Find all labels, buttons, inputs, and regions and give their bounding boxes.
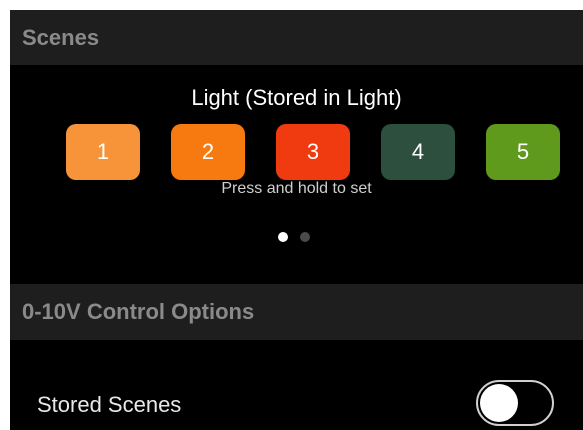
scene-button-label: 4: [411, 139, 425, 164]
page-dot-1[interactable]: [278, 232, 288, 242]
scene-button-3[interactable]: 3: [276, 124, 350, 180]
scene-button-label: 3: [306, 139, 320, 164]
settings-screen: Scenes Light (Stored in Light) 1 2 3 4 5…: [10, 10, 583, 430]
scene-buttons-row: 1 2 3 4 5: [66, 124, 560, 180]
press-hold-hint: Press and hold to set: [221, 180, 372, 197]
scene-button-label: 1: [96, 139, 110, 164]
scene-button-2[interactable]: 2: [171, 124, 245, 180]
toggle-knob: [480, 384, 518, 422]
scene-button-5[interactable]: 5: [486, 124, 560, 180]
scene-group-title: Light (Stored in Light): [191, 85, 402, 110]
scene-button-label: 5: [516, 139, 530, 164]
scene-button-4[interactable]: 4: [381, 124, 455, 180]
stored-scenes-row: Stored Scenes: [10, 340, 583, 430]
page-indicator[interactable]: [278, 232, 318, 244]
scenes-section-header: Scenes: [10, 10, 583, 65]
control-options-header-label: 0-10V Control Options: [22, 299, 255, 324]
page-dot-2[interactable]: [300, 232, 310, 242]
stored-scenes-label: Stored Scenes: [37, 392, 182, 417]
stored-scenes-toggle[interactable]: [476, 380, 554, 426]
control-options-section-header: 0-10V Control Options: [10, 284, 583, 340]
scene-button-1[interactable]: 1: [66, 124, 140, 180]
scene-button-label: 2: [201, 139, 215, 164]
scenes-header-label: Scenes: [22, 24, 100, 50]
app-frame: Scenes Light (Stored in Light) 1 2 3 4 5…: [0, 0, 583, 430]
